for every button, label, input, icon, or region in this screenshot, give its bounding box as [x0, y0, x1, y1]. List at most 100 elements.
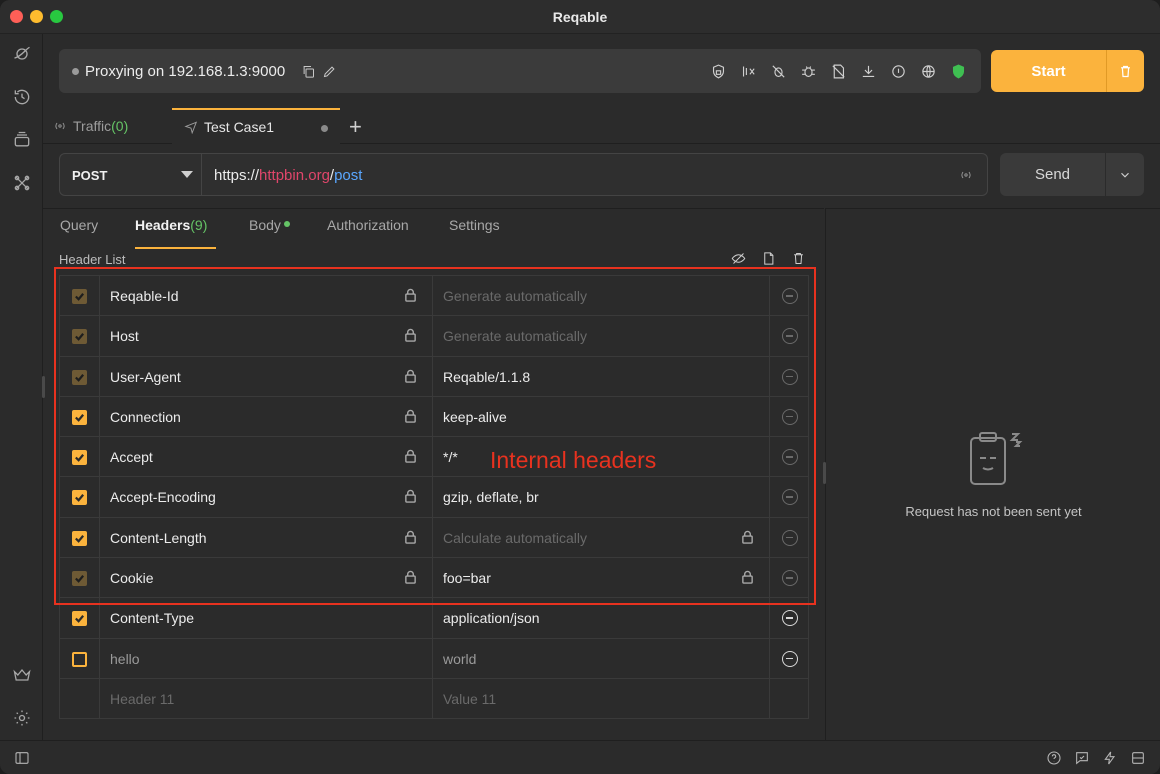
download-icon[interactable] [858, 61, 878, 81]
header-enable-checkbox[interactable] [72, 289, 87, 304]
copy-icon[interactable] [299, 62, 317, 80]
header-enable-checkbox[interactable] [72, 651, 87, 667]
tab-traffic[interactable]: Traffic (0) [53, 108, 173, 144]
header-value-cell[interactable]: gzip, deflate, br [432, 477, 769, 517]
header-remove-cell [769, 678, 809, 719]
remove-circle-icon[interactable] [782, 328, 798, 345]
subtab-settings[interactable]: Settings [449, 217, 500, 233]
url-input[interactable]: https://httpbin.org/post [202, 153, 988, 196]
trash-icon[interactable] [791, 251, 807, 267]
tab-test-case[interactable]: Test Case1 [172, 108, 340, 144]
method-select[interactable]: POST [59, 153, 202, 196]
no-file-icon[interactable] [828, 61, 848, 81]
subtab-body[interactable]: Body [249, 217, 290, 233]
send-button[interactable]: Send [1000, 153, 1105, 196]
header-name: hello [110, 650, 140, 667]
header-value-cell[interactable]: keep-alive [432, 396, 769, 437]
header-name-cell[interactable]: Connection [99, 396, 432, 437]
subtab-authorization[interactable]: Authorization [327, 217, 409, 233]
proxy-status-text: Proxying on 192.168.1.3:9000 [85, 63, 286, 80]
header-remove-cell [769, 598, 809, 638]
lightning-icon[interactable] [1101, 749, 1119, 767]
header-name-cell[interactable]: Reqable-Id [99, 276, 432, 316]
add-tab-button[interactable]: + [349, 114, 362, 140]
gear-icon[interactable] [11, 707, 33, 729]
feedback-icon[interactable] [1073, 749, 1091, 767]
broadcast-icon[interactable] [959, 168, 975, 184]
header-enable-checkbox[interactable] [72, 409, 87, 425]
header-enable-checkbox[interactable] [72, 571, 87, 587]
header-name-cell[interactable]: hello [99, 638, 432, 678]
header-enable-checkbox[interactable] [72, 611, 87, 627]
remove-circle-icon[interactable] [782, 288, 798, 304]
header-enable-checkbox[interactable] [72, 530, 87, 546]
panel-resize-handle[interactable] [823, 462, 826, 484]
subtab-query[interactable]: Query [60, 217, 98, 233]
header-value-cell[interactable]: Reqable/1.1.8 [432, 356, 769, 396]
header-enable-checkbox[interactable] [72, 450, 87, 466]
header-name-cell[interactable]: User-Agent [99, 356, 432, 396]
lock-icon [404, 409, 418, 423]
header-row: Host Generate automatically [59, 316, 809, 357]
unsaved-dot[interactable] [321, 125, 328, 132]
header-name: Content-Length [110, 529, 207, 546]
header-name-cell[interactable]: Host [99, 316, 432, 356]
remove-circle-icon[interactable] [782, 610, 798, 627]
header-name-cell[interactable]: Accept [99, 437, 432, 477]
sidebar-toggle-icon[interactable] [13, 749, 31, 767]
sidebar-resize-handle[interactable] [42, 376, 45, 398]
header-enable-cell [59, 316, 99, 356]
header-value: foo=bar [443, 570, 491, 587]
history-icon[interactable] [11, 86, 33, 108]
header-value-cell[interactable]: Generate automatically [432, 276, 769, 316]
header-name-cell[interactable]: Content-Type [99, 598, 432, 638]
no-bug-icon[interactable] [768, 61, 788, 81]
header-value-cell[interactable]: application/json [432, 598, 769, 638]
header-name-cell[interactable]: Content-Length [99, 517, 432, 558]
header-value: Calculate automatically [443, 529, 587, 546]
header-name-cell[interactable]: Accept-Encoding [99, 477, 432, 517]
shield-icon[interactable] [948, 61, 968, 81]
header-enable-checkbox[interactable] [72, 490, 87, 506]
remove-circle-icon[interactable] [782, 650, 798, 667]
header-value-cell[interactable]: Generate automatically [432, 316, 769, 356]
bug-icon[interactable] [798, 61, 818, 81]
layers-icon[interactable] [11, 129, 33, 151]
new-header-name-input[interactable]: Header 11 [99, 678, 432, 719]
remove-circle-icon[interactable] [782, 489, 798, 506]
throttle-icon[interactable] [888, 61, 908, 81]
lock-icon [404, 570, 418, 584]
ssl-lock-icon[interactable] [708, 61, 728, 81]
header-enable-checkbox[interactable] [72, 369, 87, 385]
header-value-cell[interactable]: Calculate automatically [432, 517, 769, 558]
clear-button[interactable] [1106, 50, 1144, 92]
header-enable-checkbox[interactable] [72, 329, 87, 345]
remove-circle-icon[interactable] [782, 570, 798, 587]
remove-circle-icon[interactable] [782, 408, 798, 425]
file-icon[interactable] [761, 251, 777, 267]
globe-icon[interactable] [918, 61, 938, 81]
tools-icon[interactable] [11, 172, 33, 194]
crown-icon[interactable] [11, 664, 33, 686]
title-bar: Reqable [0, 0, 1160, 34]
filter-mute-icon[interactable] [738, 61, 758, 81]
remove-circle-icon[interactable] [782, 449, 798, 466]
send-options-button[interactable] [1105, 153, 1144, 196]
header-name: Cookie [110, 570, 154, 587]
hide-eye-icon[interactable] [731, 251, 747, 267]
header-value-cell[interactable]: world [432, 638, 769, 678]
header-name-cell[interactable]: Cookie [99, 558, 432, 598]
edit-icon[interactable] [320, 62, 338, 80]
layout-split-icon[interactable] [1129, 749, 1147, 767]
remove-circle-icon[interactable] [782, 368, 798, 385]
help-icon[interactable] [1045, 749, 1063, 767]
start-button[interactable]: Start [991, 50, 1106, 92]
trash-icon [1121, 65, 1130, 77]
window-title: Reqable [552, 9, 608, 25]
new-header-value-input[interactable]: Value 11 [432, 678, 769, 719]
header-row: Accept-Encoding gzip, deflate, br [59, 477, 809, 518]
subtab-headers[interactable]: Headers(9) [135, 217, 207, 233]
header-value-cell[interactable]: foo=bar [432, 558, 769, 598]
planet-icon[interactable] [11, 43, 33, 65]
remove-circle-icon[interactable] [782, 529, 798, 546]
